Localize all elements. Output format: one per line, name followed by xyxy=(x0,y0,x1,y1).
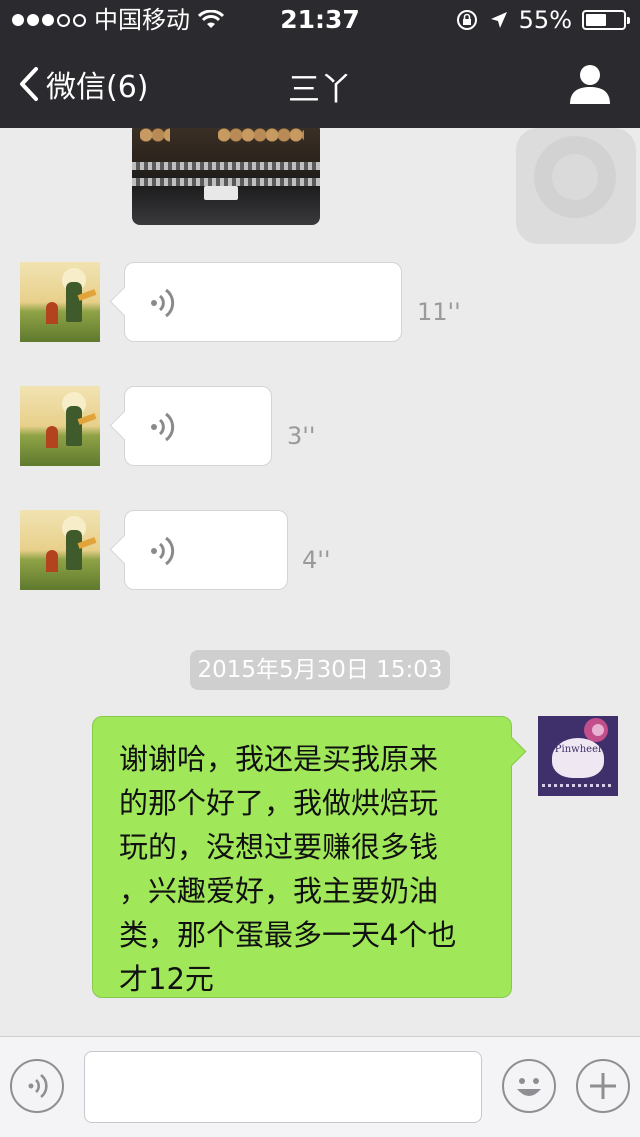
message-line: 谢谢哈，我还是买我原来 xyxy=(119,742,439,776)
avatar-logo-text: Pinwheel xyxy=(552,738,604,778)
message-line: 才12元 xyxy=(119,962,214,996)
contact-avatar[interactable] xyxy=(20,510,100,590)
rotation-lock-icon xyxy=(456,10,477,30)
price-tag xyxy=(204,186,238,200)
voice-message-bubble[interactable] xyxy=(124,262,402,342)
battery-icon xyxy=(582,10,630,30)
voice-message-bubble[interactable] xyxy=(124,510,288,590)
contact-avatar[interactable] xyxy=(20,386,100,466)
chat-area[interactable]: 11'' 3'' 4'' 2015年5月30日 15:03 谢谢哈，我还是买我原… xyxy=(0,128,640,1036)
message-line: 的那个好了，我做烘焙玩 xyxy=(119,786,439,820)
message-line: 类，那个蛋最多一天4个也 xyxy=(119,918,457,952)
message-input[interactable] xyxy=(84,1051,482,1123)
voice-wave-icon xyxy=(151,288,175,318)
location-arrow-icon xyxy=(490,12,507,28)
input-bar xyxy=(0,1036,640,1137)
contact-profile-icon[interactable] xyxy=(568,62,612,106)
voice-duration: 11'' xyxy=(417,298,461,326)
voice-duration: 3'' xyxy=(287,422,316,450)
voice-wave-icon xyxy=(151,536,175,566)
battery-percent: 55% xyxy=(518,6,572,34)
voice-duration: 4'' xyxy=(302,546,331,574)
top-bar: 中国移动 21:37 55% 微信(6) 三丫 xyxy=(0,0,640,128)
message-line: ，兴趣爱好，我主要奶油 xyxy=(119,874,439,908)
add-button[interactable] xyxy=(576,1059,630,1113)
plus-icon xyxy=(590,1073,616,1099)
voice-icon xyxy=(28,1073,48,1099)
voice-message-bubble[interactable] xyxy=(124,386,272,466)
image-loading-placeholder xyxy=(516,128,636,244)
my-avatar[interactable]: Pinwheel xyxy=(538,716,618,796)
status-bar: 中国移动 21:37 55% xyxy=(0,0,640,40)
chat-title: 三丫 xyxy=(287,70,352,108)
image-message[interactable] xyxy=(132,128,320,225)
nav-bar: 微信(6) 三丫 xyxy=(0,40,640,128)
status-right: 55% xyxy=(455,0,630,40)
voice-wave-icon xyxy=(151,412,175,442)
emoji-button[interactable] xyxy=(502,1059,556,1113)
voice-input-button[interactable] xyxy=(10,1059,64,1113)
smiley-icon xyxy=(517,1078,541,1096)
outgoing-text-message[interactable]: 谢谢哈，我还是买我原来 的那个好了，我做烘焙玩 玩的，没想过要赚很多钱 ，兴趣爱… xyxy=(92,716,512,998)
contact-avatar[interactable] xyxy=(20,262,100,342)
message-timestamp: 2015年5月30日 15:03 xyxy=(190,650,450,690)
message-line: 玩的，没想过要赚很多钱 xyxy=(119,830,439,864)
